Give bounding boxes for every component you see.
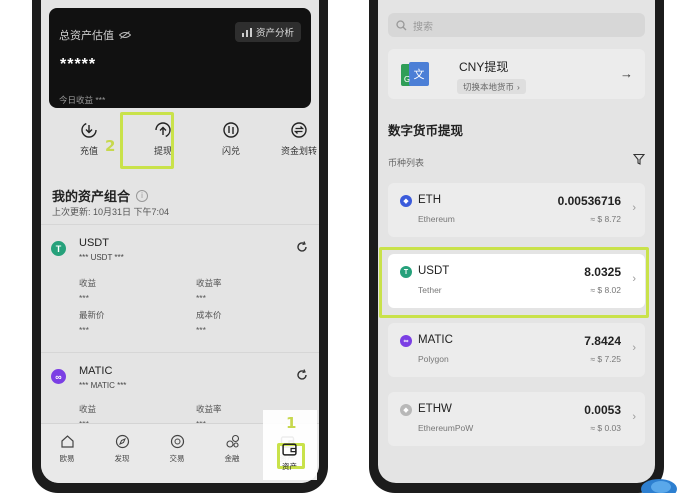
portfolio-title: 我的资产组合 — [52, 189, 131, 204]
finance-icon — [225, 434, 239, 448]
tether-icon: T — [51, 241, 66, 256]
usdt-highlight — [379, 247, 649, 318]
transfer-icon — [291, 122, 307, 138]
asset-field: 成本价 *** — [196, 310, 222, 335]
refresh-icon[interactable] — [296, 241, 308, 253]
coin-symbol: ETH — [418, 194, 441, 206]
last-update-time: 上次更新: 10月31日 下午7:04 — [52, 207, 170, 217]
chart-icon — [241, 27, 252, 37]
trade-icon — [170, 434, 184, 449]
chevron-right-icon: › — [632, 411, 636, 423]
total-assets-value: ***** — [60, 56, 97, 73]
coin-item-ethw[interactable]: ◆ ETHW EthereumPoW 0.0053 ≈ $ 0.03 › — [388, 392, 645, 446]
coin-amount: 0.00536716 — [557, 194, 621, 208]
today-earnings: 今日收益 *** — [59, 95, 106, 105]
polygon-icon: ∞ — [400, 335, 412, 347]
asset-field: 收益*** — [79, 278, 97, 303]
coin-name: Polygon — [418, 354, 449, 364]
assets-tab-label: 资产 — [282, 462, 297, 471]
hide-balance-icon[interactable] — [119, 31, 131, 39]
search-icon — [396, 19, 407, 30]
cny-withdraw-card[interactable]: 文 G CNY提现 切换本地货币 › → — [388, 49, 645, 99]
ethereumpow-icon: ◆ — [400, 404, 412, 416]
total-assets-title: 总资产估值 — [59, 30, 114, 42]
svg-text:G: G — [404, 75, 410, 84]
coin-amount: 7.8424 — [584, 334, 621, 348]
swap-button[interactable]: 闪兑 — [206, 122, 256, 157]
step-2-label: 2 — [105, 137, 116, 155]
asset-analysis-label: 资产分析 — [255, 28, 294, 39]
tab-finance[interactable]: 金融 — [212, 434, 252, 464]
asset-amount: *** USDT *** — [79, 253, 124, 262]
coin-symbol: ETHW — [418, 403, 452, 415]
withdraw-highlight — [120, 112, 174, 169]
discover-icon — [115, 434, 129, 449]
search-input[interactable]: 搜索 — [388, 13, 645, 37]
coin-name: Ethereum — [418, 214, 455, 224]
tab-discover[interactable]: 发现 — [102, 434, 142, 464]
coin-name: EthereumPoW — [418, 423, 474, 433]
search-placeholder: 搜索 — [413, 21, 433, 33]
step-1-label: 1 — [286, 414, 297, 432]
cny-withdraw-title: CNY提现 — [459, 60, 509, 74]
swap-icon — [223, 122, 239, 138]
coin-value: ≈ $ 0.03 — [590, 423, 621, 433]
coin-value: ≈ $ 8.72 — [590, 214, 621, 224]
tab-home[interactable]: 欧易 — [47, 434, 87, 464]
home-icon — [60, 435, 74, 448]
coin-item-eth[interactable]: ◆ ETH Ethereum 0.00536716 ≈ $ 8.72 › — [388, 183, 645, 237]
svg-text:文: 文 — [414, 67, 425, 81]
asset-name: MATIC — [79, 365, 113, 377]
arrow-right-icon: → — [620, 66, 633, 81]
chevron-right-icon: › — [632, 342, 636, 354]
chevron-right-icon: › — [517, 81, 520, 92]
asset-item-usdt[interactable]: T USDT *** USDT *** 收益 *** 收益率 *** 最新价 *** … — [41, 224, 319, 352]
swap-label: 闪兑 — [221, 146, 240, 156]
filter-icon[interactable] — [633, 153, 645, 165]
info-icon[interactable]: i — [136, 189, 149, 202]
coin-amount: 0.0053 — [584, 403, 621, 417]
refresh-icon[interactable] — [296, 369, 308, 381]
deposit-icon — [81, 122, 97, 138]
tab-trade[interactable]: 交易 — [157, 434, 197, 464]
asset-name: USDT — [79, 237, 109, 249]
coin-list-label: 币种列表 — [388, 158, 425, 168]
polygon-icon: ∞ — [51, 369, 66, 384]
coin-value: ≈ $ 7.25 — [590, 354, 621, 364]
asset-analysis-button[interactable]: 资产分析 — [234, 22, 301, 42]
chevron-right-icon: › — [632, 202, 636, 214]
watermark-logo — [641, 479, 677, 493]
coin-symbol: MATIC — [418, 334, 453, 346]
ethereum-icon: ◆ — [400, 195, 412, 207]
total-assets-card: 总资产估值 资产分析 ***** 今日收益 *** — [49, 8, 311, 108]
transfer-button[interactable]: 资金划转 — [274, 122, 319, 157]
withdraw-screen: 搜索 文 G CNY提现 切换本地货币 › → 数字货币提现 币种列表 ◆ ET… — [378, 0, 655, 483]
deposit-label: 充值 — [79, 146, 98, 156]
currency-exchange-icon: 文 G — [401, 62, 429, 86]
transfer-label: 资金划转 — [280, 146, 317, 156]
quick-actions: 充值 提现 闪兑 资金划转 — [41, 112, 319, 172]
asset-field: 最新价 *** — [79, 310, 105, 335]
switch-local-currency-button[interactable]: 切换本地货币 › — [457, 79, 526, 94]
wallet-icon-highlighted — [282, 443, 297, 456]
crypto-withdraw-title: 数字货币提现 — [388, 124, 464, 138]
coin-item-matic[interactable]: ∞ MATIC Polygon 7.8424 ≈ $ 7.25 › — [388, 323, 645, 377]
asset-field: 收益率*** — [196, 278, 222, 303]
asset-amount: *** MATIC *** — [79, 381, 127, 390]
